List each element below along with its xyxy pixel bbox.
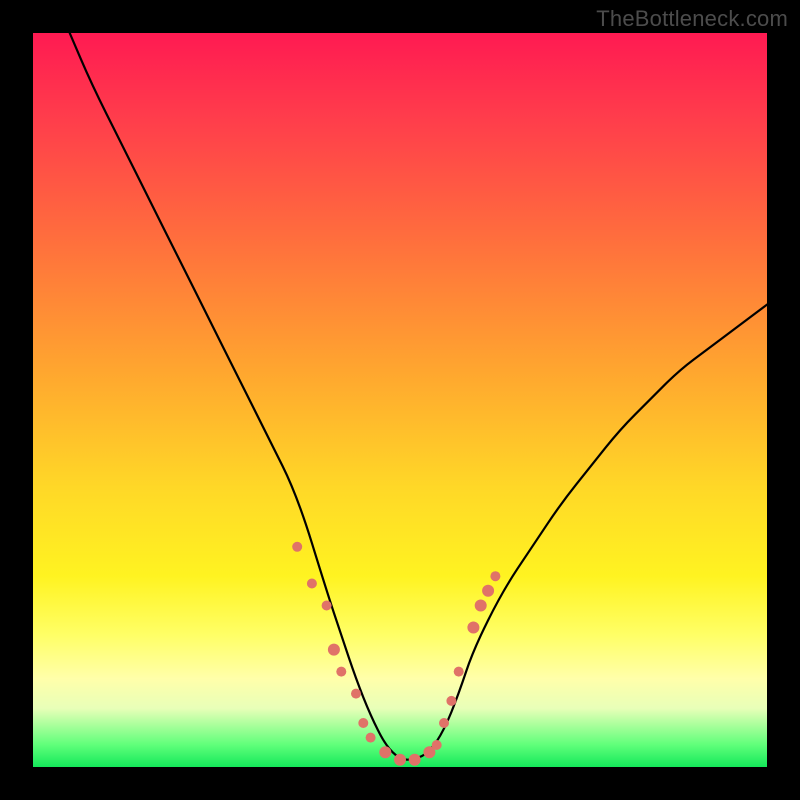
- curve-marker: [409, 754, 421, 766]
- curve-marker: [454, 667, 464, 677]
- curve-svg: [33, 33, 767, 767]
- curve-marker: [482, 585, 494, 597]
- curve-marker: [292, 542, 302, 552]
- curve-marker: [467, 622, 479, 634]
- curve-marker: [490, 571, 500, 581]
- plot-area: [33, 33, 767, 767]
- marker-group: [292, 542, 500, 766]
- curve-marker: [432, 740, 442, 750]
- curve-marker: [358, 718, 368, 728]
- curve-marker: [446, 696, 456, 706]
- bottleneck-curve: [70, 33, 767, 760]
- watermark-text: TheBottleneck.com: [596, 6, 788, 32]
- curve-marker: [379, 746, 391, 758]
- curve-marker: [394, 754, 406, 766]
- curve-marker: [366, 733, 376, 743]
- curve-marker: [475, 600, 487, 612]
- curve-marker: [439, 718, 449, 728]
- chart-frame: TheBottleneck.com: [0, 0, 800, 800]
- curve-marker: [351, 689, 361, 699]
- curve-marker: [307, 579, 317, 589]
- curve-marker: [322, 601, 332, 611]
- curve-marker: [336, 667, 346, 677]
- curve-marker: [328, 644, 340, 656]
